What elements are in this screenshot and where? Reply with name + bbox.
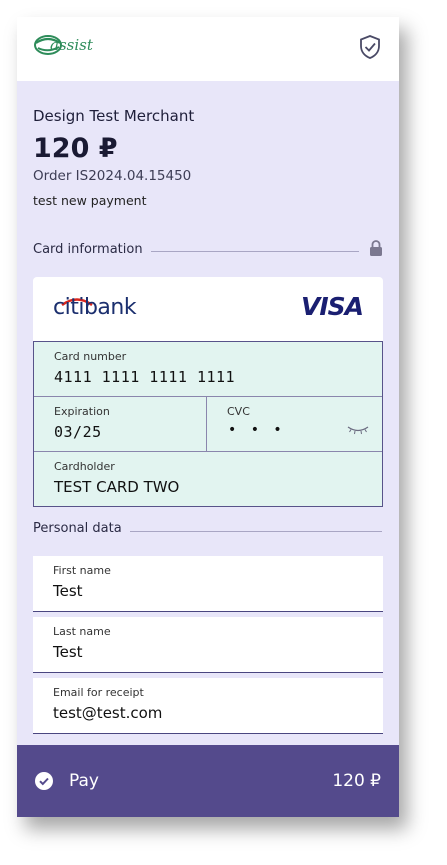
- first-name-label: First name: [53, 564, 111, 577]
- cardholder-value[interactable]: TEST CARD TWO: [54, 478, 179, 496]
- card-brand-row: citibank VISA: [33, 277, 383, 341]
- payment-description: test new payment: [33, 193, 147, 208]
- pay-button[interactable]: Pay 120 ₽: [17, 745, 399, 817]
- email-field[interactable]: Email for receipt test@test.com: [33, 678, 383, 734]
- cardholder-label: Cardholder: [54, 460, 115, 473]
- expiration-field[interactable]: Expiration 03/25: [34, 397, 206, 451]
- merchant-name: Design Test Merchant: [33, 107, 195, 125]
- lock-icon: [370, 240, 382, 256]
- header: assist: [17, 17, 399, 81]
- order-number: Order IS2024.04.15450: [33, 168, 192, 184]
- cvc-value[interactable]: • • •: [228, 422, 287, 438]
- email-value[interactable]: test@test.com: [53, 704, 162, 722]
- last-name-value[interactable]: Test: [53, 643, 83, 661]
- check-circle-icon: [35, 772, 53, 790]
- pay-amount: 120 ₽: [332, 771, 381, 791]
- first-name-field[interactable]: First name Test: [33, 556, 383, 612]
- expiration-value[interactable]: 03/25: [54, 423, 102, 441]
- card-number-field[interactable]: Card number 4111 1111 1111 1111: [34, 342, 382, 396]
- payment-frame: assist Design Test Merchant 120 ₽ Order …: [17, 17, 399, 817]
- visa-logo: VISA: [301, 292, 364, 321]
- last-name-label: Last name: [53, 625, 111, 638]
- hide-password-eye-icon[interactable]: [347, 425, 369, 435]
- shield-check-icon: [360, 35, 380, 59]
- card-number-label: Card number: [54, 350, 127, 363]
- payment-amount: 120 ₽: [33, 133, 118, 164]
- cvc-label: CVC: [227, 405, 250, 418]
- bank-logo: citibank: [53, 295, 137, 320]
- personal-section-label: Personal data: [33, 521, 130, 536]
- card-number-value[interactable]: 4111 1111 1111 1111: [54, 368, 235, 386]
- expiration-label: Expiration: [54, 405, 110, 418]
- logo-text: assist: [50, 36, 93, 54]
- card-section-divider: [151, 251, 359, 252]
- card-section-label: Card information: [33, 242, 151, 257]
- personal-section-divider: [129, 531, 382, 532]
- pay-label: Pay: [69, 771, 99, 791]
- last-name-field[interactable]: Last name Test: [33, 617, 383, 673]
- card-fields: Card number 4111 1111 1111 1111 Expirati…: [33, 341, 383, 507]
- email-label: Email for receipt: [53, 686, 144, 699]
- cardholder-field[interactable]: Cardholder TEST CARD TWO: [34, 452, 382, 506]
- card-panel: citibank VISA Card number 4111 1111 1111…: [33, 277, 383, 507]
- first-name-value[interactable]: Test: [53, 582, 83, 600]
